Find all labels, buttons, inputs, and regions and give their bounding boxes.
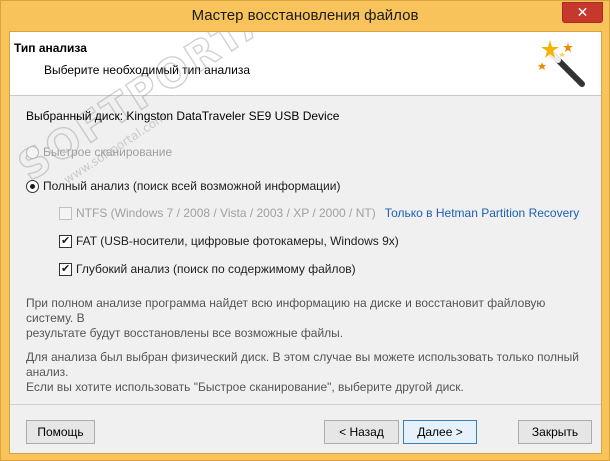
info-text-line: Если вы хотите использовать "Быстрое ска… (26, 380, 464, 394)
full-analysis-label: Полный анализ (поиск всей возможной инфо… (43, 179, 341, 193)
wizard-window: Мастер восстановления файлов ✕ Тип анали… (0, 0, 610, 461)
ntfs-option[interactable]: NTFS (Windows 7 / 2008 / Vista / 2003 / … (59, 206, 579, 220)
full-analysis-info: При полном анализе программа найдет всю … (26, 296, 586, 341)
window-close-button[interactable]: ✕ (562, 2, 603, 23)
full-analysis-radio[interactable] (26, 179, 39, 193)
footer-divider (10, 404, 601, 405)
selected-disk-label: Выбранный диск: Kingston DataTraveler SE… (26, 109, 340, 123)
info-text-line: При полном анализе программа найдет всю … (26, 296, 546, 325)
quick-scan-radio[interactable] (26, 145, 39, 159)
physical-disk-info: Для анализа был выбран физический диск. … (26, 350, 586, 395)
quick-scan-option[interactable]: Быстрое сканирование (26, 145, 172, 159)
step-subtitle: Выберите необходимый тип анализа (44, 63, 251, 77)
ntfs-checkbox[interactable] (59, 206, 72, 220)
ntfs-label: NTFS (Windows 7 / 2008 / Vista / 2003 / … (76, 206, 376, 220)
deep-analysis-label: Глубокий анализ (поиск по содержимому фа… (76, 262, 356, 276)
full-analysis-option[interactable]: Полный анализ (поиск всей возможной инфо… (26, 179, 340, 193)
deep-analysis-option[interactable]: Глубокий анализ (поиск по содержимому фа… (59, 262, 356, 276)
fat-option[interactable]: FAT (USB-носители, цифровые фотокамеры, … (59, 234, 399, 248)
quick-scan-label: Быстрое сканирование (43, 145, 173, 159)
wizard-header: Тип анализа Выберите необходимый тип ана… (10, 32, 601, 96)
fat-label: FAT (USB-носители, цифровые фотокамеры, … (76, 234, 399, 248)
info-text-line: Для анализа был выбран физический диск. … (26, 350, 579, 379)
title-bar[interactable]: Мастер восстановления файлов ✕ (1, 1, 609, 31)
help-button[interactable]: Помощь (26, 420, 95, 444)
back-button[interactable]: < Назад (324, 420, 399, 444)
magic-wand-icon (538, 40, 585, 87)
deep-analysis-checkbox[interactable] (59, 262, 72, 276)
wizard-content: Тип анализа Выберите необходимый тип ана… (9, 31, 602, 454)
fat-checkbox[interactable] (59, 234, 72, 248)
info-text-line: результате будут восстановлены все возмо… (26, 326, 344, 340)
next-button[interactable]: Далее > (403, 420, 477, 444)
window-title: Мастер восстановления файлов (191, 7, 419, 24)
close-button[interactable]: Закрыть (518, 420, 592, 444)
step-title: Тип анализа (14, 41, 87, 55)
hetman-partition-recovery-link[interactable]: Только в Hetman Partition Recovery (385, 206, 580, 220)
